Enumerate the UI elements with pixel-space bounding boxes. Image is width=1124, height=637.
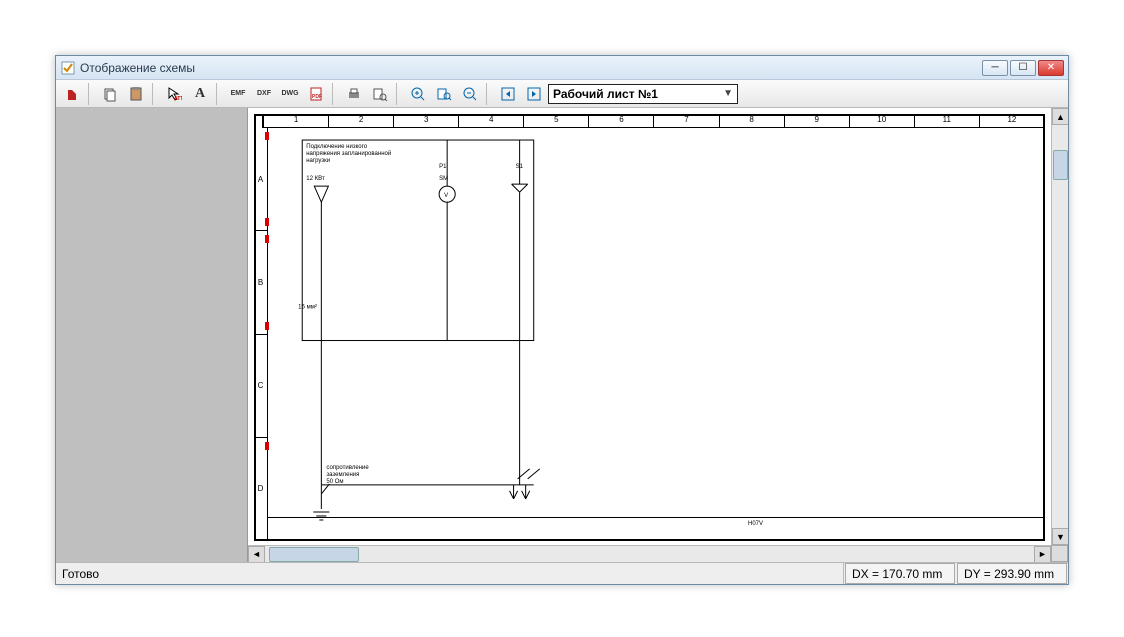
- status-dx: DX = 170.70 mm: [845, 563, 955, 584]
- ruler-col: 7: [654, 114, 719, 128]
- status-dy: DY = 293.90 mm: [957, 563, 1067, 584]
- ruler-col: 2: [329, 114, 394, 128]
- separator: [486, 83, 492, 105]
- export-dxf-button[interactable]: DXF: [252, 83, 276, 105]
- close-button[interactable]: ✕: [1038, 60, 1064, 76]
- ruler-col: 1: [262, 114, 329, 128]
- scrollbar-vertical[interactable]: ▲ ▼: [1051, 108, 1068, 545]
- scroll-right-icon[interactable]: ►: [1034, 546, 1051, 563]
- minimize-button[interactable]: ─: [982, 60, 1008, 76]
- svg-text:V: V: [444, 193, 448, 199]
- ruler-row: D: [254, 438, 268, 541]
- separator: [396, 83, 402, 105]
- ruler-col: 5: [524, 114, 589, 128]
- separator: [88, 83, 94, 105]
- scroll-thumb[interactable]: [1053, 150, 1068, 180]
- maximize-button[interactable]: ☐: [1010, 60, 1036, 76]
- ruler-row: C: [254, 335, 268, 438]
- scroll-corner: [1051, 545, 1068, 562]
- svg-text:50 Ом: 50 Ом: [326, 479, 343, 485]
- pointer-att-button[interactable]: ATT: [162, 83, 186, 105]
- svg-text:P1: P1: [439, 164, 447, 170]
- ruler-col: 10: [850, 114, 915, 128]
- copy-button[interactable]: [98, 83, 122, 105]
- prev-sheet-button[interactable]: [496, 83, 520, 105]
- ruler-col: 4: [459, 114, 524, 128]
- svg-text:Подключение низкого: Подключение низкого: [306, 144, 367, 150]
- ruler-col: 9: [785, 114, 850, 128]
- zoom-out-button[interactable]: [458, 83, 482, 105]
- titlebar: Отображение схемы ─ ☐ ✕: [56, 56, 1068, 80]
- ruler-row: A: [254, 128, 268, 231]
- print-preview-button[interactable]: [368, 83, 392, 105]
- app-window: Отображение схемы ─ ☐ ✕ ATT A EMF DXF DW…: [55, 55, 1069, 585]
- svg-text:заземления: заземления: [326, 472, 359, 478]
- next-sheet-button[interactable]: [522, 83, 546, 105]
- drawing-area: Подключение низкого напряжения запланиро…: [268, 128, 1043, 529]
- svg-text:12 КВт: 12 КВт: [306, 176, 325, 182]
- schematic: Подключение низкого напряжения запланиро…: [268, 128, 1043, 529]
- ruler-horizontal: 1 2 3 4 5 6 7 8 9 10 11 12: [262, 114, 1045, 128]
- zoom-in-button[interactable]: [406, 83, 430, 105]
- export-pdf-button[interactable]: PDF: [304, 83, 328, 105]
- sheet-selector-label: Рабочий лист №1: [553, 87, 658, 101]
- status-ready: Готово: [56, 563, 844, 584]
- scroll-up-icon[interactable]: ▲: [1052, 108, 1068, 125]
- chevron-down-icon: ▼: [723, 88, 733, 99]
- ruler-col: 8: [720, 114, 785, 128]
- paste-button[interactable]: [124, 83, 148, 105]
- svg-text:ATT: ATT: [174, 96, 182, 102]
- toolbar-legend-icon[interactable]: [60, 83, 84, 105]
- separator: [332, 83, 338, 105]
- ruler-col: 11: [915, 114, 980, 128]
- separator: [216, 83, 222, 105]
- ruler-row: B: [254, 231, 268, 334]
- svg-text:нагрузки: нагрузки: [306, 158, 330, 164]
- zoom-fit-button[interactable]: [432, 83, 456, 105]
- export-emf-button[interactable]: EMF: [226, 83, 250, 105]
- export-dwg-button[interactable]: DWG: [278, 83, 302, 105]
- ruler-col: 3: [394, 114, 459, 128]
- scroll-thumb-h[interactable]: [269, 547, 359, 562]
- svg-text:напряжения запланированной: напряжения запланированной: [306, 150, 391, 157]
- toolbar: ATT A EMF DXF DWG PDF Рабочий лист №1 ▼: [56, 80, 1068, 108]
- svg-text:сопротивление: сопротивление: [326, 465, 369, 471]
- canvas[interactable]: 1 2 3 4 5 6 7 8 9 10 11 12 A B C: [248, 108, 1051, 545]
- frame-bottom-label: H07V: [268, 517, 1043, 529]
- ruler-col: 12: [980, 114, 1045, 128]
- separator: [152, 83, 158, 105]
- window-title: Отображение схемы: [80, 61, 982, 75]
- left-gutter: [56, 108, 248, 545]
- scrollbar-horizontal[interactable]: ◄ ►: [248, 545, 1051, 562]
- gutter-corner: [56, 545, 248, 562]
- print-button[interactable]: [342, 83, 366, 105]
- svg-text:16 мм²: 16 мм²: [298, 304, 317, 310]
- text-tool-button[interactable]: A: [188, 83, 212, 105]
- ruler-vertical: A B C D: [254, 128, 268, 541]
- app-icon: [60, 60, 76, 76]
- statusbar: Готово DX = 170.70 mm DY = 293.90 mm: [56, 562, 1068, 584]
- scroll-down-icon[interactable]: ▼: [1052, 528, 1068, 545]
- ruler-col: 6: [589, 114, 654, 128]
- svg-text:PDF: PDF: [312, 94, 322, 100]
- workspace: 1 2 3 4 5 6 7 8 9 10 11 12 A B C: [56, 108, 1068, 545]
- sheet-selector[interactable]: Рабочий лист №1 ▼: [548, 84, 738, 104]
- scroll-left-icon[interactable]: ◄: [248, 546, 265, 563]
